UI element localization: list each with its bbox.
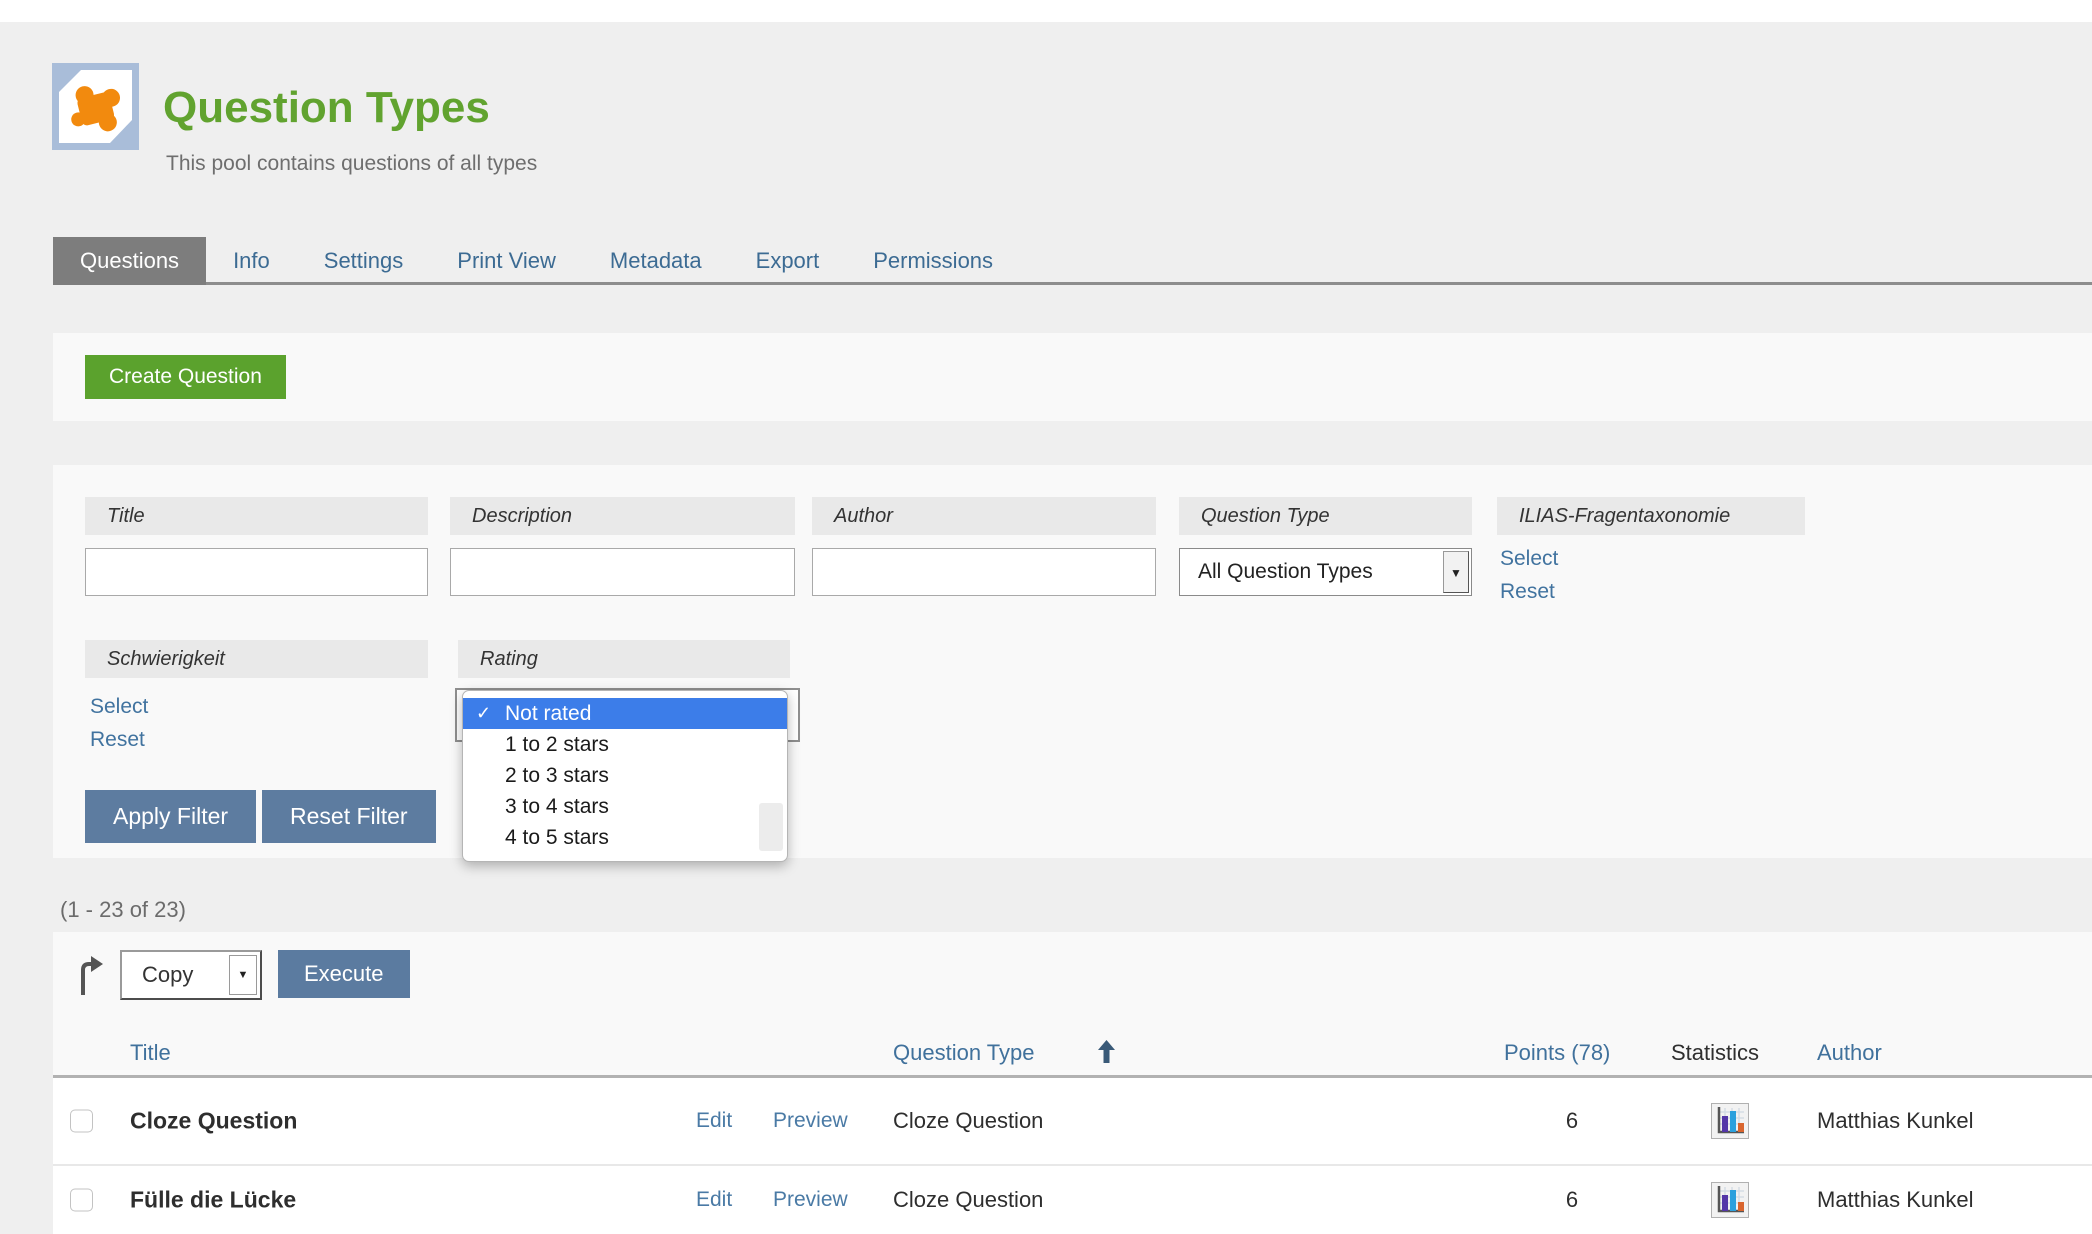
apply-filter-button[interactable]: Apply Filter [85, 790, 256, 843]
filter-label-difficulty: Schwierigkeit [85, 640, 428, 678]
table-row: Cloze Question Edit Preview Cloze Questi… [53, 1078, 2092, 1164]
row-checkbox[interactable] [70, 1110, 93, 1133]
filter-panel: Title Description Author Question Type I… [53, 465, 2092, 858]
tab-bar: Questions Info Settings Print View Metad… [53, 237, 2092, 285]
tab-settings[interactable]: Settings [297, 237, 431, 285]
question-type-select-value: All Question Types [1198, 549, 1373, 595]
rating-option-not-rated[interactable]: ✓ Not rated [463, 698, 787, 729]
filter-label-author: Author [812, 497, 1156, 535]
question-title[interactable]: Cloze Question [130, 1108, 297, 1135]
bulk-action-arrow-icon [76, 954, 106, 1001]
taxonomy-reset-link[interactable]: Reset [1500, 580, 1555, 604]
statistics-icon[interactable] [1711, 1103, 1749, 1139]
bulk-action-select-value: Copy [142, 952, 193, 998]
row-checkbox[interactable] [70, 1189, 93, 1212]
toolbar: Create Question [53, 333, 2092, 421]
execute-button[interactable]: Execute [278, 950, 410, 998]
filter-label-question-type: Question Type [1179, 497, 1472, 535]
tab-questions[interactable]: Questions [53, 237, 206, 285]
rating-option-1-2-stars[interactable]: 1 to 2 stars [463, 729, 787, 760]
column-header-author[interactable]: Author [1817, 1040, 1882, 1066]
author-value: Matthias Kunkel [1817, 1108, 1974, 1134]
preview-link[interactable]: Preview [773, 1109, 848, 1133]
filter-author-input[interactable] [812, 548, 1156, 596]
column-header-points[interactable]: Points (78) [1504, 1040, 1610, 1066]
dropdown-scrollbar[interactable] [759, 803, 783, 851]
filter-label-rating: Rating [458, 640, 790, 678]
points-value: 6 [1552, 1108, 1592, 1134]
edit-link[interactable]: Edit [696, 1109, 732, 1133]
rating-option-2-3-stars[interactable]: 2 to 3 stars [463, 760, 787, 791]
pagination-status: (1 - 23 of 23) [60, 897, 186, 923]
table-header-row: Title Question Type Points (78) Statisti… [53, 1030, 2092, 1076]
chevron-down-icon[interactable]: ▼ [229, 955, 257, 995]
table-row: Fülle die Lücke Edit Preview Cloze Quest… [53, 1166, 2092, 1234]
checkmark-icon: ✓ [476, 698, 491, 729]
tab-metadata[interactable]: Metadata [583, 237, 729, 285]
difficulty-reset-link[interactable]: Reset [90, 728, 145, 752]
column-header-statistics: Statistics [1671, 1040, 1759, 1066]
tab-print-view[interactable]: Print View [430, 237, 583, 285]
question-pool-page: Question Types This pool contains questi… [0, 0, 2092, 1234]
page-subtitle: This pool contains questions of all type… [166, 152, 537, 176]
bulk-action-select[interactable]: Copy ▼ [120, 950, 262, 1000]
question-type-select[interactable]: All Question Types ▼ [1179, 548, 1472, 596]
question-type-value: Cloze Question [893, 1108, 1043, 1134]
tab-info[interactable]: Info [206, 237, 297, 285]
rating-option-3-4-stars[interactable]: 3 to 4 stars [463, 791, 787, 822]
tab-export[interactable]: Export [729, 237, 847, 285]
points-value: 6 [1552, 1187, 1592, 1213]
rating-dropdown-popup: ✓ Not rated 1 to 2 stars 2 to 3 stars 3 … [462, 690, 788, 862]
reset-filter-button[interactable]: Reset Filter [262, 790, 436, 843]
tab-permissions[interactable]: Permissions [846, 237, 1020, 285]
create-question-button[interactable]: Create Question [85, 355, 286, 399]
sort-ascending-icon[interactable] [1098, 1040, 1115, 1066]
question-title[interactable]: Fülle die Lücke [130, 1187, 296, 1214]
taxonomy-select-link[interactable]: Select [1500, 547, 1558, 571]
question-pool-icon [52, 63, 139, 150]
statistics-icon[interactable] [1711, 1182, 1749, 1218]
column-header-question-type[interactable]: Question Type [893, 1040, 1034, 1066]
filter-description-input[interactable] [450, 548, 795, 596]
author-value: Matthias Kunkel [1817, 1187, 1974, 1213]
rating-option-4-5-stars[interactable]: 4 to 5 stars [463, 822, 787, 853]
page-title: Question Types [163, 83, 490, 133]
questions-table: Copy ▼ Execute Title Question Type Point… [53, 932, 2092, 1234]
question-type-value: Cloze Question [893, 1187, 1043, 1213]
chevron-down-icon[interactable]: ▼ [1443, 551, 1469, 593]
filter-label-description: Description [450, 497, 795, 535]
filter-label-taxonomy: ILIAS-Fragentaxonomie [1497, 497, 1805, 535]
edit-link[interactable]: Edit [696, 1188, 732, 1212]
preview-link[interactable]: Preview [773, 1188, 848, 1212]
column-header-title[interactable]: Title [130, 1040, 171, 1066]
filter-title-input[interactable] [85, 548, 428, 596]
filter-label-title: Title [85, 497, 428, 535]
difficulty-select-link[interactable]: Select [90, 695, 148, 719]
